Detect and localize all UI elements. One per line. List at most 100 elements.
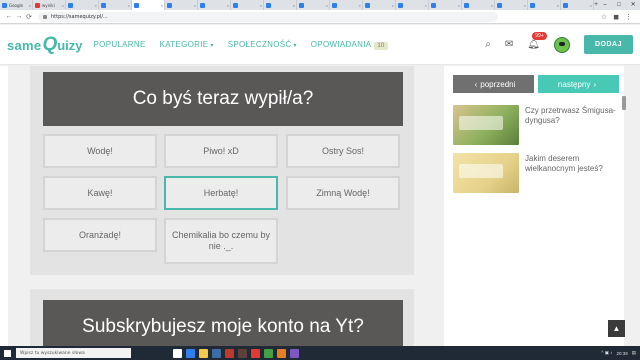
minimize-icon[interactable]: – <box>598 0 612 10</box>
tab-favicon-icon <box>101 2 106 8</box>
folder-icon[interactable] <box>199 348 208 358</box>
tab-favicon-icon <box>464 2 469 8</box>
browser-tab[interactable]: × <box>330 0 363 10</box>
tab-close-icon[interactable]: × <box>95 3 97 8</box>
tab-close-icon[interactable]: × <box>29 3 31 8</box>
system-tray: ^ ▣ ♪ 20:39 ▤ <box>601 350 640 356</box>
tab-close-icon[interactable]: × <box>227 3 229 8</box>
answer-option-selected[interactable]: Herbatę! <box>164 176 278 210</box>
tab-close-icon[interactable]: × <box>524 3 526 8</box>
tab-close-icon[interactable]: × <box>161 3 163 8</box>
sidebar: ‹ poprzedni następny › Czy przetrwasz Śmig… <box>444 66 624 346</box>
tab-close-icon[interactable]: × <box>128 3 130 8</box>
tab-close-icon[interactable]: × <box>491 3 493 8</box>
answer-option[interactable]: Oranżadę! <box>43 218 157 252</box>
tab-close-icon[interactable]: × <box>260 3 262 8</box>
app-icon[interactable] <box>290 348 299 358</box>
task-view-icon[interactable] <box>173 348 182 358</box>
tab-close-icon[interactable]: × <box>326 3 328 8</box>
menu-kategorie[interactable]: KATEGORIE ▾ <box>160 40 214 49</box>
browser-tab[interactable]: × <box>396 0 429 10</box>
start-button[interactable] <box>0 346 14 360</box>
back-to-top-button[interactable]: ▲ <box>608 320 625 337</box>
browser-tab[interactable]: × <box>132 0 165 10</box>
menu-popularne[interactable]: POPULARNE <box>94 40 146 49</box>
browser-tab[interactable]: Google × <box>0 0 33 10</box>
browser-tab[interactable]: × <box>66 0 99 10</box>
answer-option[interactable]: Ostry Sos! <box>286 134 400 168</box>
extension-icon[interactable]: ◼ <box>613 13 619 21</box>
tab-label: wyniki <box>42 2 55 8</box>
browser-tab[interactable]: × <box>264 0 297 10</box>
taskbar-apps <box>173 348 299 358</box>
office-icon[interactable] <box>225 348 234 358</box>
tray-icons[interactable]: ^ ▣ ♪ <box>601 350 612 356</box>
tab-close-icon[interactable]: × <box>359 3 361 8</box>
taskbar-search[interactable]: Wpisz tu wyszukiwane słowa <box>16 348 131 358</box>
question-title: Subskrybujesz moje konto na Yt? <box>43 300 403 346</box>
url-field[interactable]: https://samequizy.pl/... <box>38 11 498 22</box>
forward-icon[interactable]: → <box>14 13 24 20</box>
menu-spolecznosc[interactable]: SPOŁECZNOŚĆ ▾ <box>228 40 297 49</box>
tab-close-icon[interactable]: × <box>557 3 559 8</box>
search-icon[interactable]: ⌕ <box>485 39 491 50</box>
answer-option[interactable]: Piwo! xD <box>164 134 278 168</box>
star-icon[interactable]: ☆ <box>601 13 607 21</box>
answer-option[interactable]: Kawę! <box>43 176 157 210</box>
main-menu: POPULARNE KATEGORIE ▾ SPOŁECZNOŚĆ ▾ OPOWIA… <box>94 40 388 50</box>
browser-tab[interactable]: × <box>561 0 594 10</box>
close-window-icon[interactable]: ✕ <box>626 0 640 10</box>
tab-close-icon[interactable]: × <box>458 3 460 8</box>
tab-close-icon[interactable]: × <box>590 3 592 8</box>
site-logo[interactable]: same Q uizy <box>7 34 83 56</box>
windows-icon <box>3 349 11 357</box>
browser-tab[interactable]: × <box>462 0 495 10</box>
browser-tab[interactable]: × <box>429 0 462 10</box>
browser-tab[interactable]: × <box>198 0 231 10</box>
browser-tab[interactable]: × <box>363 0 396 10</box>
browser-tab[interactable]: × <box>528 0 561 10</box>
logo-text: same <box>7 37 42 53</box>
browser-tab[interactable]: wyniki × <box>33 0 66 10</box>
chrome-icon[interactable] <box>264 348 273 358</box>
previous-quiz-button[interactable]: ‹ poprzedni <box>453 75 534 93</box>
question-card: Co byś teraz wypił/a? Wodę! Piwo! xD Ost… <box>30 66 414 275</box>
tab-close-icon[interactable]: × <box>62 3 64 8</box>
tab-close-icon[interactable]: × <box>392 3 394 8</box>
browser-tab[interactable]: × <box>495 0 528 10</box>
browser-tab[interactable]: × <box>165 0 198 10</box>
tab-close-icon[interactable]: × <box>425 3 427 8</box>
scrollbar-thumb[interactable] <box>622 96 626 110</box>
back-icon[interactable]: ← <box>4 13 14 20</box>
maximize-icon[interactable]: □ <box>612 0 626 10</box>
minecraft-icon[interactable] <box>238 348 247 358</box>
mail-icon[interactable]: ✉ <box>505 39 513 50</box>
related-quiz[interactable]: Jakim deserem wielkanocnym jesteś? <box>453 153 623 193</box>
menu-dots-icon[interactable]: ⋮ <box>625 13 632 21</box>
tab-favicon-icon <box>200 2 205 8</box>
reload-icon[interactable]: ⟳ <box>24 13 34 21</box>
tab-favicon-icon <box>563 2 568 8</box>
store-icon[interactable] <box>212 348 221 358</box>
bell-icon[interactable]: 🔔︎ 99+ <box>527 32 547 50</box>
clock[interactable]: 20:39 <box>616 351 627 356</box>
firefox-icon[interactable] <box>277 348 286 358</box>
notifications-icon[interactable]: ▤ <box>632 350 636 356</box>
notification-badge: 99+ <box>532 32 547 40</box>
related-quiz[interactable]: Czy przetrwasz Śmigusa-dyngusa? <box>453 105 623 145</box>
answer-option[interactable]: Wodę! <box>43 134 157 168</box>
tab-close-icon[interactable]: × <box>194 3 196 8</box>
browser-tab[interactable]: × <box>99 0 132 10</box>
edge-icon[interactable] <box>186 348 195 358</box>
answer-option[interactable]: Zimną Wodę! <box>286 176 400 210</box>
tab-close-icon[interactable]: × <box>293 3 295 8</box>
browser-tab[interactable]: × <box>297 0 330 10</box>
menu-spolecznosc-label: SPOŁECZNOŚĆ <box>227 40 292 49</box>
answer-option[interactable]: Chemikalia bo czemu by nie ._. <box>164 218 278 264</box>
menu-opowiadania[interactable]: OPOWIADANIA 10 <box>311 40 388 50</box>
opera-icon[interactable] <box>251 348 260 358</box>
add-button[interactable]: DODAJ <box>583 35 633 54</box>
avatar[interactable] <box>553 36 570 53</box>
next-quiz-button[interactable]: następny › <box>538 75 619 93</box>
browser-tab[interactable]: × <box>231 0 264 10</box>
